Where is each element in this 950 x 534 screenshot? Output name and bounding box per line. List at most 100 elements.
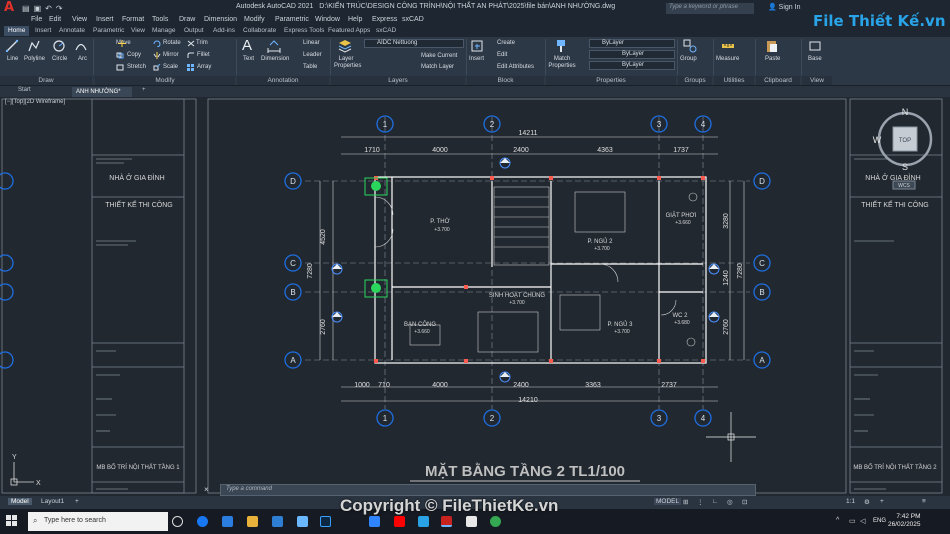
tab-insert[interactable]: Insert [35,27,51,34]
tab-manage[interactable]: Manage [152,27,176,34]
polar-toggle-icon[interactable]: ◎ [727,498,733,506]
start-tab[interactable]: Start [18,87,31,93]
sign-in-button[interactable]: 👤 Sign In [768,3,800,11]
taskbar-search-input[interactable]: Type here to search [28,512,168,531]
customize-icon[interactable]: ≡ [922,498,926,505]
viewcube-top-label[interactable]: TOP [899,138,911,144]
command-prompt[interactable]: Type a command [226,486,272,492]
measure-icon[interactable] [721,39,735,53]
text-icon[interactable]: A [242,38,256,53]
new-tab-button[interactable]: + [142,87,146,93]
language-indicator[interactable]: ENG [873,518,886,524]
view-panel-title[interactable]: View [802,76,832,85]
menu-edit[interactable]: Edit [49,16,61,23]
viewcube-west[interactable]: W [873,135,882,145]
measure-button[interactable]: Measure [716,56,739,62]
groups-panel-title[interactable]: Groups [678,76,712,85]
dimension-icon[interactable] [267,39,281,53]
tab-express-tools[interactable]: Express Tools [284,27,324,34]
menu-sxcad[interactable]: sxCAD [402,16,424,23]
paste-icon[interactable] [765,39,779,53]
menu-tools[interactable]: Tools [152,16,168,23]
model-space-toggle[interactable]: MODEL [654,498,682,505]
linetype-dropdown[interactable]: ByLayer [589,50,675,59]
leader-button[interactable]: Leader [303,52,322,58]
menu-express[interactable]: Express [372,16,397,23]
tab-addins[interactable]: Add-ins [213,27,235,34]
block-panel-title[interactable]: Block [467,76,544,85]
plus-icon[interactable]: + [880,498,884,505]
rotate-button[interactable]: Rotate [163,40,181,46]
quick-access-undo-icon[interactable]: ↶ [45,4,52,13]
polyline-button[interactable]: Polyline [24,56,45,62]
app-3d-icon[interactable] [418,516,429,527]
edit-attributes-button[interactable]: Edit Attributes [497,64,534,70]
edit-block-button[interactable]: Edit [497,52,507,58]
create-block-button[interactable]: Create [497,40,515,46]
lineweight-dropdown[interactable]: ByLayer [589,61,675,70]
match-layer-button[interactable]: Match Layer [421,64,454,70]
stretch-button[interactable]: Stretch [127,64,146,70]
quick-access-redo-icon[interactable]: ↷ [56,4,63,13]
linear-button[interactable]: Linear [303,40,320,46]
text-button[interactable]: Text [243,56,254,62]
autocad-logo-icon[interactable]: A [0,0,18,16]
chrome-icon[interactable] [490,516,501,527]
base-view-icon[interactable] [808,39,822,53]
quick-access-open-icon[interactable]: ▤ [22,4,30,13]
mail-icon[interactable] [272,516,283,527]
ortho-toggle-icon[interactable]: ∟ [712,498,718,505]
match-properties-icon[interactable] [554,39,568,53]
cortana-icon[interactable] [172,516,183,527]
add-layout-button[interactable]: + [72,498,82,505]
photoshop-icon[interactable] [320,516,331,527]
zalo-icon[interactable] [369,516,380,527]
layers-panel-title[interactable]: Layers [331,76,465,85]
sketchup-icon[interactable] [466,516,477,527]
dimension-button[interactable]: Dimension [261,56,289,62]
autocad-taskbar-icon[interactable] [441,516,452,527]
clipboard-panel-title[interactable]: Clipboard [756,76,800,85]
menu-modify[interactable]: Modify [244,16,265,23]
arc-button[interactable]: Arc [78,56,87,62]
color-dropdown[interactable]: ByLayer [589,39,675,48]
circle-icon[interactable] [52,39,66,53]
tab-collaborate[interactable]: Collaborate [243,27,276,34]
menu-format[interactable]: Format [122,16,144,23]
annotation-panel-title[interactable]: Annotation [237,76,329,85]
menu-insert[interactable]: Insert [96,16,114,23]
command-line-close-icon[interactable]: × [204,485,209,494]
match-properties-button[interactable]: Match Properties [548,56,576,70]
browser-icon[interactable] [297,516,308,527]
tab-output[interactable]: Output [184,27,204,34]
viewport-controls[interactable]: [−][Top][2D Wireframe] [5,99,65,105]
draw-panel-title[interactable]: Draw [0,76,92,85]
network-icon[interactable]: ▭ [849,517,856,525]
wcs-label[interactable]: WCS [898,183,910,189]
layer-properties-icon[interactable] [338,39,352,53]
osnap-toggle-icon[interactable]: ⊡ [742,498,747,506]
tray-chevron-icon[interactable]: ^ [836,517,839,524]
arc-icon[interactable] [74,39,88,53]
fillet-button[interactable]: Fillet [197,52,210,58]
viewcube-north[interactable]: N [902,107,909,117]
copy-button[interactable]: Copy [127,52,141,58]
workspace-gear-icon[interactable]: ⚙ [864,498,870,506]
store-icon[interactable] [222,516,233,527]
scale-button[interactable]: Scale [163,64,178,70]
insert-button[interactable]: Insert [469,56,484,62]
windows-start-icon[interactable] [6,515,18,527]
group-button[interactable]: Group [680,56,697,62]
menu-draw[interactable]: Draw [179,16,195,23]
polyline-icon[interactable] [27,39,41,53]
menu-file[interactable]: File [31,16,42,23]
annotation-scale[interactable]: 1:1 [846,498,855,505]
volume-icon[interactable]: ◁ [860,517,865,525]
base-button[interactable]: Base [808,56,822,62]
tab-view[interactable]: View [131,27,145,34]
line-icon[interactable] [5,39,19,53]
utilities-panel-title[interactable]: Utilities [714,76,754,85]
tab-parametric[interactable]: Parametric [93,27,124,34]
line-button[interactable]: Line [7,56,18,62]
tab-sxcad[interactable]: sxCAD [376,27,396,34]
